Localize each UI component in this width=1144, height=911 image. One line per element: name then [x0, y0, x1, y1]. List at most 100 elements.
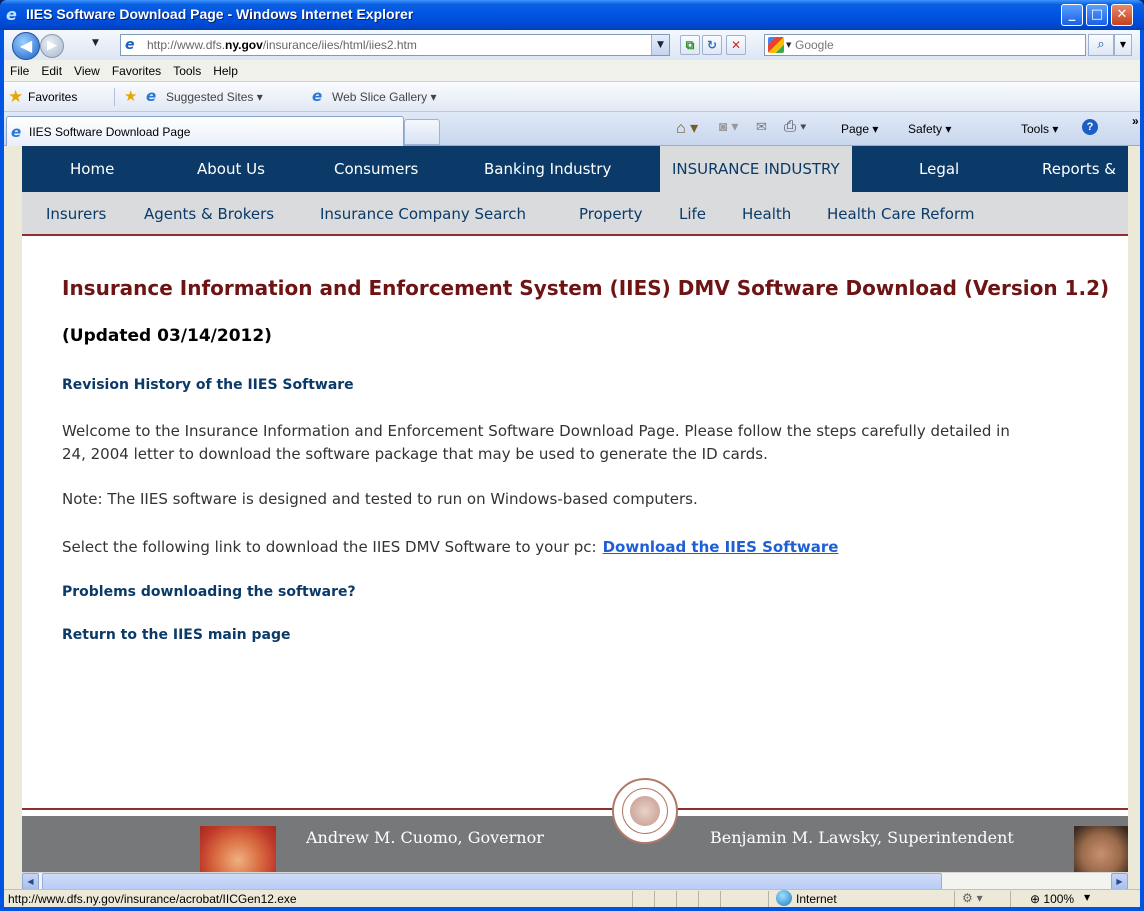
subnav-insurers[interactable]: Insurers: [46, 192, 106, 236]
status-url: http://www.dfs.ny.gov/insurance/acrobat/…: [8, 892, 297, 906]
menu-favorites[interactable]: Favorites: [106, 60, 167, 82]
return-main-page-link[interactable]: Return to the IIES main page: [62, 627, 291, 643]
window-title: IIES Software Download Page - Windows In…: [26, 6, 414, 22]
menu-view[interactable]: View: [68, 60, 106, 82]
help-icon[interactable]: ?: [1082, 119, 1098, 135]
revision-history-link[interactable]: Revision History of the IIES Software: [62, 377, 354, 393]
download-instruction: Select the following link to download th…: [62, 538, 838, 556]
title-bar[interactable]: e IIES Software Download Page - Windows …: [0, 0, 1144, 30]
status-divider: [676, 891, 677, 907]
updated-date: (Updated 03/14/2012): [62, 326, 272, 346]
download-instruction-text: Select the following link to download th…: [62, 538, 597, 556]
favorites-bar: ★ Favorites ★ e Suggested Sites ▾ e Web …: [4, 82, 1140, 112]
search-provider-dropdown-icon[interactable]: ▼: [786, 41, 791, 49]
superintendent-name: Benjamin M. Lawsky, Superintendent: [710, 828, 1014, 847]
governor-photo: [200, 826, 276, 872]
nav-insurance-industry[interactable]: INSURANCE INDUSTRY: [660, 146, 852, 192]
horizontal-scrollbar[interactable]: ◀ ▶: [22, 872, 1128, 890]
compatibility-view-icon[interactable]: ⧉: [680, 35, 700, 55]
recent-pages-dropdown-icon[interactable]: ▼: [92, 38, 99, 48]
nav-banking-industry[interactable]: Banking Industry: [484, 146, 611, 192]
scroll-right-button[interactable]: ▶: [1111, 873, 1128, 890]
menu-bar: File Edit View Favorites Tools Help: [4, 60, 1140, 82]
nav-reports[interactable]: Reports &: [1042, 146, 1116, 192]
subnav-health-care-reform[interactable]: Health Care Reform: [827, 192, 974, 236]
scroll-left-button[interactable]: ◀: [22, 873, 39, 890]
read-mail-icon[interactable]: ✉: [756, 119, 767, 135]
stop-icon[interactable]: ✕: [726, 35, 746, 55]
new-tab-button[interactable]: [404, 119, 440, 145]
back-button[interactable]: ◀: [12, 32, 40, 60]
search-icon[interactable]: ⌕: [1088, 34, 1114, 56]
status-divider: [954, 891, 955, 907]
nav-legal[interactable]: Legal: [919, 146, 959, 192]
status-divider: [632, 891, 633, 907]
status-divider: [698, 891, 699, 907]
page-icon: e: [125, 37, 135, 53]
minimize-button[interactable]: _: [1061, 4, 1083, 26]
problems-downloading-link[interactable]: Problems downloading the software?: [62, 584, 356, 600]
suggested-sites-link[interactable]: Suggested Sites ▾: [166, 90, 263, 104]
search-options-dropdown-icon[interactable]: ▼: [1114, 34, 1132, 56]
forward-button[interactable]: ▶: [40, 34, 64, 58]
address-field[interactable]: e http://www.dfs.ny.gov/insurance/iies/h…: [120, 34, 670, 56]
sub-navigation: Insurers Agents & Brokers Insurance Comp…: [22, 192, 1128, 236]
zoom-level[interactable]: ⊕ 100%: [1030, 892, 1074, 906]
subnav-agents-brokers[interactable]: Agents & Brokers: [144, 192, 274, 236]
home-icon[interactable]: ⌂ ▾: [676, 118, 698, 138]
security-zone: Internet: [796, 892, 837, 906]
favorites-button[interactable]: Favorites: [28, 90, 77, 104]
page-viewport: Home About Us Consumers Banking Industry…: [22, 146, 1128, 872]
nys-dfs-seal-icon: [612, 778, 678, 844]
zoom-dropdown-icon[interactable]: ▼: [1084, 893, 1090, 902]
web-slice-gallery-link[interactable]: Web Slice Gallery ▾: [332, 90, 437, 104]
subnav-life[interactable]: Life: [679, 192, 706, 236]
status-bar: http://www.dfs.ny.gov/insurance/acrobat/…: [4, 889, 1140, 907]
browser-client: ◀ ▶ ▼ e http://www.dfs.ny.gov/insurance/…: [4, 30, 1140, 907]
safety-menu[interactable]: Safety ▾: [908, 122, 951, 136]
url-text: http://www.dfs.ny.gov/insurance/iies/htm…: [147, 38, 417, 52]
address-toolbar: ◀ ▶ ▼ e http://www.dfs.ny.gov/insurance/…: [4, 30, 1140, 60]
horizontal-scroll-thumb[interactable]: [42, 873, 942, 890]
note-text: Note: The IIES software is designed and …: [62, 490, 698, 508]
main-content: Insurance Information and Enforcement Sy…: [22, 238, 1128, 708]
refresh-icon[interactable]: ↻: [702, 35, 722, 55]
favorites-star-icon[interactable]: ★: [8, 87, 23, 107]
ie-site-icon: e: [146, 87, 157, 105]
nav-home[interactable]: Home: [70, 146, 114, 192]
subnav-insurance-company-search[interactable]: Insurance Company Search: [320, 192, 526, 236]
superintendent-photo: [1074, 826, 1128, 872]
menu-edit[interactable]: Edit: [35, 60, 68, 82]
page-menu[interactable]: Page ▾: [841, 122, 878, 136]
status-divider: [720, 891, 721, 907]
menu-help[interactable]: Help: [207, 60, 244, 82]
maximize-button[interactable]: □: [1086, 4, 1108, 26]
search-input[interactable]: ▼ Google: [764, 34, 1086, 56]
menu-tools[interactable]: Tools: [167, 60, 207, 82]
welcome-line: 24, 2004 letter to download the software…: [62, 445, 768, 463]
more-commands-icon[interactable]: »: [1132, 114, 1139, 128]
governor-name: Andrew M. Cuomo, Governor: [306, 828, 544, 847]
close-button[interactable]: ✕: [1111, 4, 1133, 26]
subnav-health[interactable]: Health: [742, 192, 791, 236]
search-placeholder: Google: [795, 38, 834, 52]
address-dropdown-icon[interactable]: ▼: [651, 35, 669, 55]
tab-current[interactable]: e IIES Software Download Page: [6, 116, 404, 146]
menu-file[interactable]: File: [4, 60, 35, 82]
feeds-icon[interactable]: ◙ ▾: [719, 118, 738, 135]
download-software-link[interactable]: Download the IIES Software: [603, 538, 839, 556]
nav-about-us[interactable]: About Us: [197, 146, 265, 192]
tab-bar: e IIES Software Download Page ⌂ ▾ ◙ ▾ ✉ …: [4, 112, 1140, 146]
protected-mode-icon[interactable]: ⚙ ▾: [962, 891, 983, 905]
print-icon[interactable]: ⎙ ▾: [784, 118, 806, 135]
subnav-property[interactable]: Property: [579, 192, 642, 236]
ie-site-icon: e: [312, 87, 323, 105]
add-to-favorites-icon[interactable]: ★: [124, 87, 137, 105]
nav-consumers[interactable]: Consumers: [334, 146, 418, 192]
tools-menu[interactable]: Tools ▾: [1021, 122, 1058, 136]
seal-emblem: [630, 796, 660, 826]
page-title: Insurance Information and Enforcement Sy…: [62, 276, 1110, 300]
internet-zone-icon: [776, 890, 792, 906]
welcome-line: Welcome to the Insurance Information and…: [62, 422, 1010, 440]
ie-logo-icon: e: [6, 5, 17, 24]
